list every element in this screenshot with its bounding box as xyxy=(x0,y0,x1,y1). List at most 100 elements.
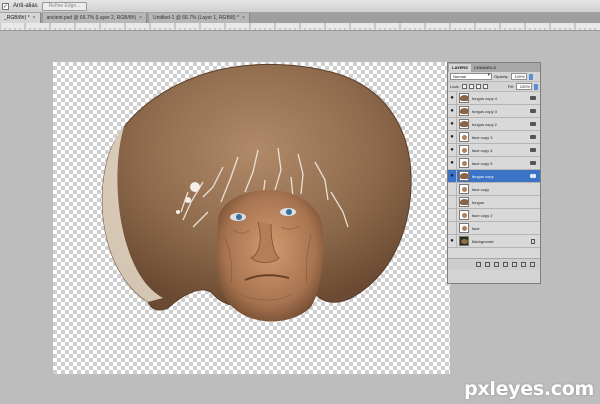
close-icon[interactable]: × xyxy=(242,15,245,21)
refine-edge-button[interactable]: Refine Edge... xyxy=(41,1,88,11)
layer-thumbnail xyxy=(459,119,469,129)
layers-panel: LAYERS CHANNELS Normal Opacity: 100% Loc… xyxy=(447,62,541,284)
layer-row[interactable]: ● Background xyxy=(448,234,540,248)
layer-row[interactable]: ● fungus copy 4 xyxy=(448,91,540,105)
panel-tabs: LAYERS CHANNELS xyxy=(448,63,540,72)
fill-input[interactable]: 100% xyxy=(516,83,532,90)
layer-name: Background xyxy=(472,238,494,244)
iris-left xyxy=(236,214,242,220)
lock-label: Lock: xyxy=(450,84,460,89)
new-layer-icon[interactable] xyxy=(521,262,526,267)
layer-thumbnail xyxy=(459,184,469,194)
layer-effects-icon[interactable] xyxy=(530,135,536,139)
tab-document-1[interactable]: _RGB/8#) * × xyxy=(0,13,41,23)
layer-name: face copy 2 xyxy=(472,212,493,218)
blend-row: Normal Opacity: 100% xyxy=(448,72,540,82)
eye-icon[interactable]: ● xyxy=(448,234,457,248)
folder-icon[interactable] xyxy=(512,262,517,267)
layer-name: fungus xyxy=(472,199,485,205)
white-spot xyxy=(176,210,180,214)
tab-label: Untitled-1 @ 66.7% (Layer 1, RGB/8) * xyxy=(153,15,239,21)
layer-thumbnail xyxy=(459,223,469,233)
layer-row[interactable]: ● fungus xyxy=(448,195,540,209)
tab-document-3[interactable]: Untitled-1 @ 66.7% (Layer 1, RGB/8) * × xyxy=(149,13,250,23)
layer-row[interactable]: ● face copy 2 xyxy=(448,208,540,222)
mask-icon[interactable] xyxy=(494,262,499,267)
layer-name: fungus copy 3 xyxy=(472,108,497,114)
layer-effects-icon[interactable] xyxy=(530,161,536,165)
lock-all-icon[interactable] xyxy=(482,84,488,89)
layer-row[interactable]: ● fungus copy xyxy=(448,169,540,183)
lock-transparent-icon[interactable] xyxy=(461,84,467,89)
layer-effects-icon[interactable] xyxy=(530,148,536,152)
layer-name: face copy xyxy=(472,186,490,192)
layer-name: fungus copy xyxy=(472,173,494,179)
ruler-ticks xyxy=(0,23,596,30)
layer-name: face copy 5 xyxy=(472,160,493,166)
layer-name: face xyxy=(472,225,480,231)
link-layers-icon[interactable] xyxy=(476,262,481,267)
fill-arrow-icon[interactable] xyxy=(534,83,538,90)
trash-icon[interactable] xyxy=(530,262,535,267)
layer-name: fungus copy 4 xyxy=(472,95,497,101)
adjustment-icon[interactable] xyxy=(503,262,508,267)
layer-row[interactable]: ● fungus copy 2 xyxy=(448,117,540,131)
close-icon[interactable]: × xyxy=(139,15,142,21)
layer-thumbnail xyxy=(459,197,469,207)
opacity-input[interactable]: 100% xyxy=(510,73,527,80)
layer-row[interactable]: ● face copy 4 xyxy=(448,143,540,157)
layer-row[interactable]: ● face copy 5 xyxy=(448,156,540,170)
layer-effects-icon[interactable] xyxy=(530,174,536,178)
tab-channels[interactable]: CHANNELS xyxy=(471,64,499,72)
eye-icon[interactable]: ● xyxy=(448,104,457,118)
lock-image-icon[interactable] xyxy=(468,84,474,89)
eye-icon[interactable]: ● xyxy=(448,156,457,170)
layer-name: fungus copy 2 xyxy=(472,121,497,127)
eye-icon[interactable]: ● xyxy=(448,130,457,144)
layer-thumbnail xyxy=(459,93,469,103)
opacity-arrow-icon[interactable] xyxy=(528,73,533,80)
document-tab-bar: _RGB/8#) * × ancient.psd @ 66.7% (Layer … xyxy=(0,13,600,23)
eye-icon[interactable]: ● xyxy=(448,182,457,196)
eye-icon[interactable]: ● xyxy=(448,169,457,183)
lock-position-icon[interactable] xyxy=(475,84,481,89)
layer-thumbnail xyxy=(459,210,469,220)
lock-row: Lock: Fill: 100% xyxy=(448,82,540,92)
tab-label: _RGB/8#) * xyxy=(4,15,30,21)
artwork-fungus-face xyxy=(101,63,412,322)
layer-effects-icon[interactable] xyxy=(530,96,536,100)
white-spot xyxy=(185,197,191,203)
layer-thumbnail xyxy=(459,158,469,168)
tab-document-2[interactable]: ancient.psd @ 66.7% (Layer 2, RGB/8#) × xyxy=(42,13,147,23)
antialias-checkbox[interactable]: ✓ xyxy=(2,2,9,10)
eye-icon[interactable]: ● xyxy=(448,221,457,235)
eye-icon[interactable]: ● xyxy=(448,143,457,157)
fill-label: Fill: xyxy=(507,84,514,89)
options-bar: ✓ Anti-alias Refine Edge... xyxy=(0,0,600,13)
blend-mode-select[interactable]: Normal xyxy=(450,73,492,80)
layer-effects-icon[interactable] xyxy=(530,122,536,126)
lock-icon xyxy=(531,238,535,244)
tab-label: ancient.psd @ 66.7% (Layer 2, RGB/8#) xyxy=(46,15,137,21)
watermark: pxleyes.com xyxy=(464,378,594,400)
layer-thumbnail xyxy=(459,132,469,142)
layer-row[interactable]: ● face xyxy=(448,221,540,235)
tab-layers[interactable]: LAYERS xyxy=(449,64,471,72)
layer-thumbnail xyxy=(459,145,469,155)
antialias-label: Anti-alias xyxy=(13,3,38,9)
iris-right xyxy=(286,209,292,215)
layer-row[interactable]: ● fungus copy 3 xyxy=(448,104,540,118)
eye-icon[interactable]: ● xyxy=(448,91,457,105)
layer-thumbnail xyxy=(459,171,469,181)
layer-effects-icon[interactable] xyxy=(530,109,536,113)
eye-icon[interactable]: ● xyxy=(448,195,457,209)
layer-thumbnail xyxy=(459,106,469,116)
close-icon[interactable]: × xyxy=(33,15,36,21)
eye-icon[interactable]: ● xyxy=(448,208,457,222)
fx-icon[interactable] xyxy=(485,262,490,267)
layer-row[interactable]: ● face copy 3 xyxy=(448,130,540,144)
layer-row[interactable]: ● face copy xyxy=(448,182,540,196)
layer-thumbnail xyxy=(459,236,469,246)
white-spot xyxy=(190,182,200,192)
eye-icon[interactable]: ● xyxy=(448,117,457,131)
